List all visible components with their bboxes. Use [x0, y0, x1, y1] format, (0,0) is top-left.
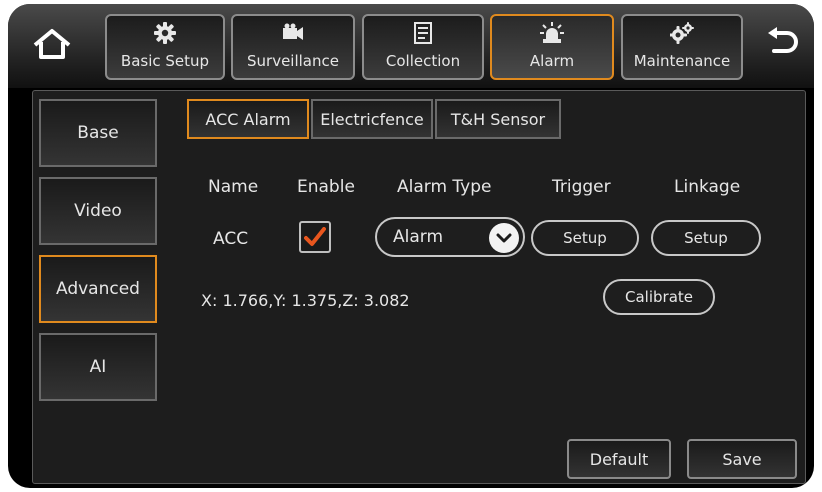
alarm-type-select[interactable]: Alarm [375, 217, 525, 257]
tab-alarm[interactable]: Alarm [490, 14, 614, 80]
sidebar-item-label: Video [74, 201, 122, 221]
column-header-trigger: Trigger [552, 177, 611, 197]
subtab-label: ACC Alarm [205, 109, 291, 129]
button-label: Setup [684, 229, 728, 247]
back-arrow-icon[interactable] [760, 22, 804, 66]
tab-collection[interactable]: Collection [362, 14, 484, 80]
subtab-acc-alarm[interactable]: ACC Alarm [187, 99, 309, 139]
column-header-name: Name [208, 177, 259, 197]
tab-maintenance[interactable]: Maintenance [621, 14, 743, 80]
document-icon [364, 22, 482, 44]
subtab-label: Electricfence [320, 109, 424, 129]
sidebar-item-base[interactable]: Base [39, 99, 157, 167]
button-label: Setup [563, 229, 607, 247]
column-header-alarm-type: Alarm Type [397, 177, 492, 197]
alarm-type-value: Alarm [393, 227, 444, 247]
default-button[interactable]: Default [567, 439, 671, 479]
alarm-name-value: ACC [213, 229, 249, 249]
sidebar-item-video[interactable]: Video [39, 177, 157, 245]
button-label: Default [589, 449, 649, 469]
tab-label: Alarm [529, 52, 575, 70]
subtab-electricfence[interactable]: Electricfence [311, 99, 433, 139]
chevron-down-icon[interactable] [489, 223, 519, 253]
tab-label: Basic Setup [120, 52, 210, 70]
sidebar-item-ai[interactable]: AI [39, 333, 157, 401]
sidebar-item-label: Base [77, 123, 119, 143]
sidebar-item-advanced[interactable]: Advanced [39, 255, 157, 323]
tab-surveillance[interactable]: Surveillance [231, 14, 355, 80]
home-icon[interactable] [30, 22, 74, 66]
tab-label: Collection [385, 52, 461, 70]
gear-icon [107, 22, 223, 44]
button-label: Calibrate [625, 288, 693, 306]
alarm-light-icon [492, 22, 612, 44]
trigger-setup-button[interactable]: Setup [531, 220, 639, 256]
sensor-coordinates-readout: X: 1.766,Y: 1.375,Z: 3.082 [201, 291, 410, 310]
tab-label: Surveillance [247, 52, 339, 70]
enable-checkbox[interactable] [299, 221, 331, 253]
button-label: Save [722, 449, 762, 469]
gears-icon [623, 22, 741, 44]
content-panel: Base Video Advanced AI ACC Alarm Electri… [32, 90, 806, 484]
sidebar-item-label: AI [89, 357, 107, 377]
column-header-linkage: Linkage [674, 177, 741, 197]
linkage-setup-button[interactable]: Setup [651, 220, 761, 256]
checkmark-icon [304, 227, 326, 246]
column-header-enable: Enable [297, 177, 355, 197]
top-navigation-bar: Basic Setup Surveillance Collection Alar… [8, 4, 814, 88]
dvr-screen: Basic Setup Surveillance Collection Alar… [8, 4, 814, 488]
subtab-label: T&H Sensor [450, 109, 546, 129]
save-button[interactable]: Save [687, 439, 797, 479]
subtab-th-sensor[interactable]: T&H Sensor [435, 99, 561, 139]
tab-label: Maintenance [633, 52, 731, 70]
calibrate-button[interactable]: Calibrate [603, 279, 715, 315]
tab-basic-setup[interactable]: Basic Setup [105, 14, 225, 80]
sidebar-item-label: Advanced [56, 279, 140, 299]
camera-icon [233, 22, 353, 44]
